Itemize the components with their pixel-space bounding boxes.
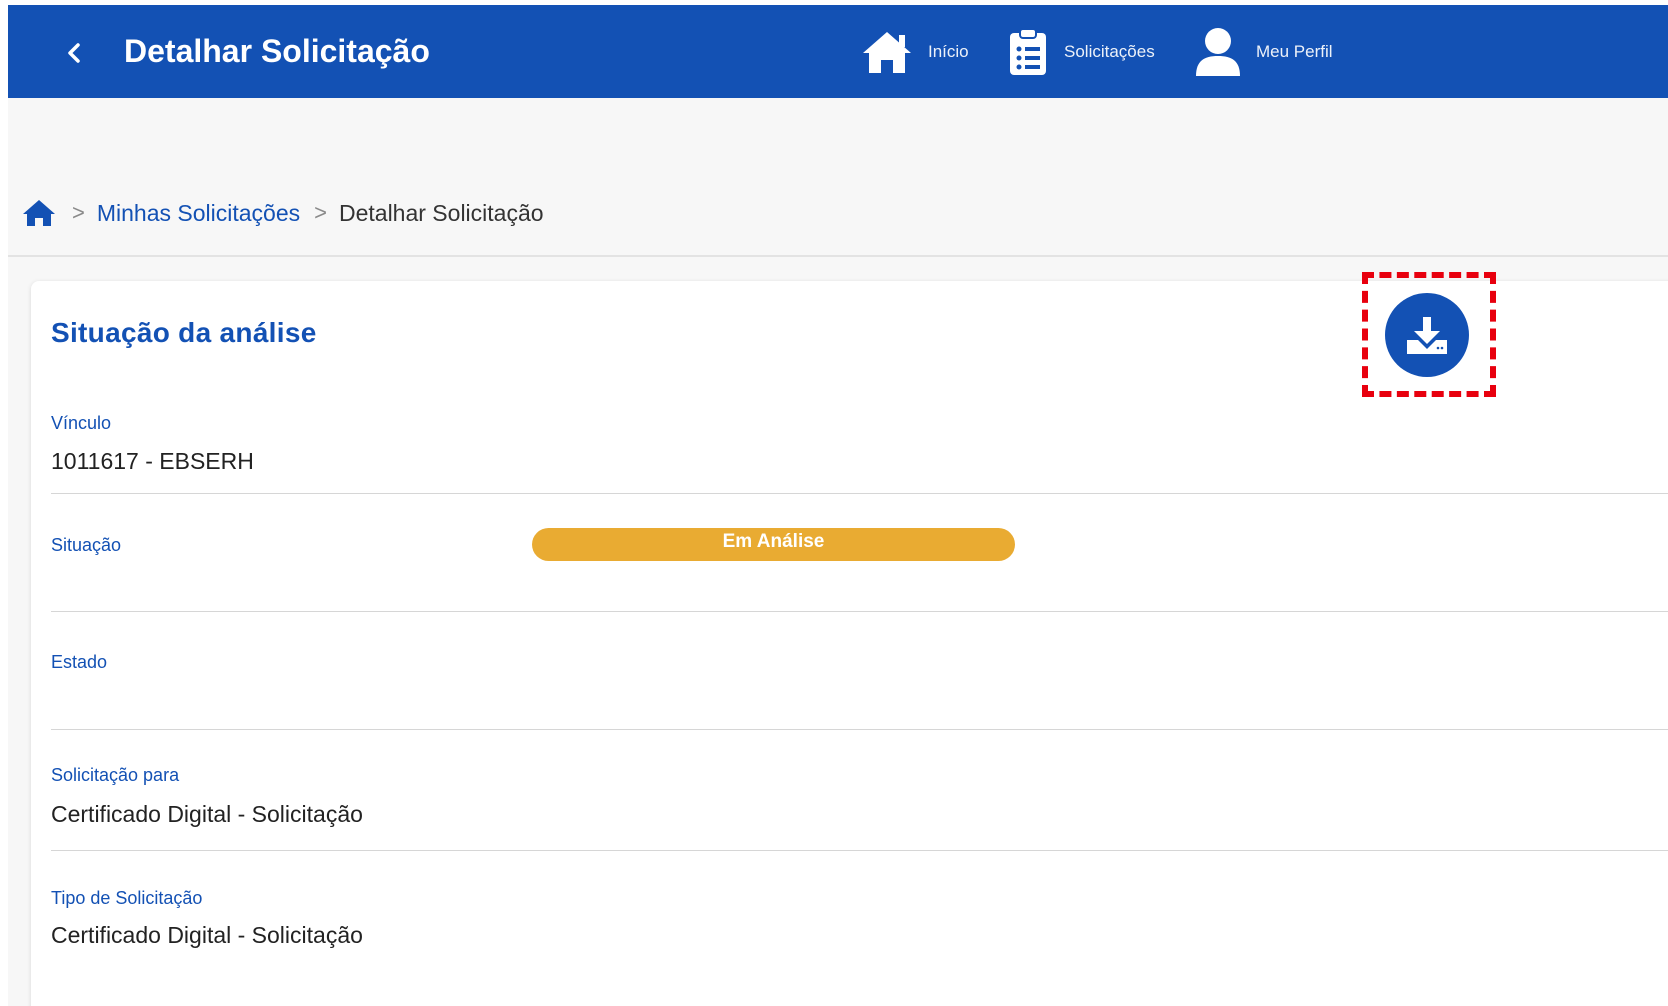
nav-solicitacoes-label: Solicitações [1064, 42, 1155, 61]
download-icon [1407, 317, 1447, 354]
field-value-tipo-solicitacao: Certificado Digital - Solicitação [51, 922, 363, 948]
back-button[interactable] [62, 35, 86, 71]
status-badge: Em Análise [532, 528, 1015, 561]
divider [51, 729, 1668, 730]
nav-perfil[interactable]: Meu Perfil [1194, 23, 1333, 81]
home-icon [23, 200, 55, 226]
user-icon [1196, 28, 1240, 76]
field-label-tipo-solicitacao: Tipo de Solicitação [51, 888, 203, 908]
field-label-situacao: Situação [51, 535, 122, 555]
nav-inicio[interactable]: Início [860, 23, 969, 81]
field-value-solicitacao-para: Certificado Digital - Solicitação [51, 801, 363, 827]
card-title: Situação da análise [51, 317, 317, 348]
chevron-left-icon [68, 43, 80, 63]
top-bar: Detalhar Solicitação Início Solicitações [8, 5, 1668, 98]
field-label-solicitacao-para: Solicitação para [51, 765, 180, 785]
breadcrumb-home[interactable] [22, 197, 58, 229]
clipboard-list-icon [1010, 28, 1046, 75]
divider [51, 850, 1668, 851]
nav-perfil-label: Meu Perfil [1256, 42, 1333, 61]
field-value-vinculo: 1011617 - EBSERH [51, 448, 254, 474]
divider [51, 493, 1668, 494]
breadcrumb-link-minhas-solicitacoes[interactable]: Minhas Solicitações [97, 200, 300, 227]
breadcrumb-divider [8, 255, 1668, 257]
nav-inicio-label: Início [928, 42, 969, 61]
field-label-vinculo: Vínculo [51, 413, 112, 433]
analysis-card: Situação da análise Vínculo 1011617 - EB… [31, 272, 1668, 1006]
breadcrumb-separator: > [314, 200, 327, 225]
download-button[interactable] [1385, 293, 1469, 377]
page-title: Detalhar Solicitação [124, 33, 430, 69]
nav-solicitacoes[interactable]: Solicitações [1006, 23, 1155, 81]
home-icon [863, 32, 911, 73]
page: Detalhar Solicitação Início Solicitações [8, 5, 1668, 1006]
field-label-estado: Estado [51, 652, 108, 672]
breadcrumb-current: Detalhar Solicitação [338, 199, 544, 226]
breadcrumb: > Minhas Solicitações > Detalhar Solicit… [22, 193, 544, 233]
divider [51, 611, 1668, 612]
breadcrumb-separator: > [72, 200, 85, 225]
